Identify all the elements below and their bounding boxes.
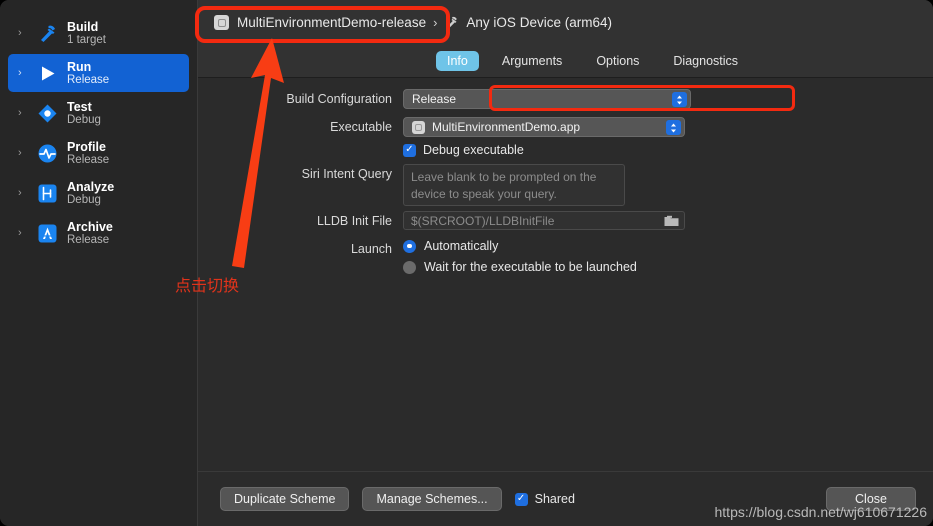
tab-options[interactable]: Options [585, 51, 650, 71]
sidebar-item-title: Run [67, 59, 92, 74]
debug-executable-label: Debug executable [423, 143, 524, 157]
sidebar-item-subtitle: Release [67, 153, 110, 166]
siri-intent-query-row: Siri Intent Query Leave blank to be prom… [198, 164, 625, 206]
shared-checkbox[interactable]: ✓ Shared [514, 492, 575, 506]
build-configuration-row: Build Configuration Release [198, 89, 691, 109]
scheme-action-sidebar: › Build 1 target › Run Release › Test De… [0, 0, 198, 526]
chevron-updown-icon[interactable] [672, 92, 687, 107]
manage-schemes-button[interactable]: Manage Schemes... [362, 487, 502, 511]
sidebar-item-subtitle: 1 target [67, 33, 106, 46]
diamond-icon [36, 102, 58, 124]
sidebar-item-subtitle: Release [67, 73, 110, 86]
sidebar-item-test[interactable]: › Test Debug [8, 94, 189, 132]
lldb-init-file-input[interactable]: $(SRCROOT)/LLDBInitFile [403, 211, 685, 230]
annotation-note-text: 点击切换 [175, 276, 240, 295]
sidebar-item-run[interactable]: › Run Release [8, 54, 189, 92]
scheme-name-label: MultiEnvironmentDemo-release [237, 15, 427, 30]
radio-selected-icon [403, 239, 416, 253]
analyze-icon [36, 182, 58, 204]
chevron-right-icon[interactable]: › [18, 187, 30, 199]
sidebar-item-title: Archive [67, 219, 113, 234]
build-configuration-label: Build Configuration [286, 92, 392, 106]
build-configuration-dropdown[interactable]: Release [403, 89, 691, 109]
executable-value: MultiEnvironmentDemo.app [432, 120, 581, 134]
scheme-header-bar: MultiEnvironmentDemo-release › Any iOS D… [198, 0, 933, 45]
lldb-init-file-row: LLDB Init File $(SRCROOT)/LLDBInitFile [198, 211, 685, 230]
launch-label: Launch [350, 242, 392, 256]
chevron-right-icon[interactable]: › [18, 107, 30, 119]
sidebar-item-subtitle: Debug [67, 193, 101, 206]
launch-option-automatically[interactable]: Automatically [403, 239, 637, 253]
launch-option-label: Wait for the executable to be launched [424, 260, 637, 274]
chevron-right-icon[interactable]: › [18, 27, 30, 39]
chevron-right-icon: › [433, 15, 438, 30]
shared-label: Shared [534, 492, 575, 506]
pulse-icon [36, 142, 58, 164]
build-configuration-value: Release [412, 92, 457, 106]
scheme-tab-bar: Info Arguments Options Diagnostics [198, 45, 933, 78]
tab-info[interactable]: Info [436, 51, 479, 71]
tab-arguments[interactable]: Arguments [491, 51, 573, 71]
sidebar-item-title: Build [67, 19, 99, 34]
appstore-icon [36, 222, 58, 244]
sidebar-item-subtitle: Release [67, 233, 110, 246]
watermark-text: https://blog.csdn.net/wj610671226 [714, 504, 928, 520]
siri-intent-query-label: Siri Intent Query [301, 167, 392, 181]
sidebar-item-profile[interactable]: › Profile Release [8, 134, 189, 172]
duplicate-scheme-button[interactable]: Duplicate Scheme [220, 487, 350, 511]
folder-icon[interactable] [664, 215, 679, 230]
scheme-selector[interactable]: MultiEnvironmentDemo-release › Any iOS D… [214, 15, 612, 30]
sidebar-item-build[interactable]: › Build 1 target [8, 14, 189, 52]
executable-row: Executable MultiEnvironmentDemo.app [198, 117, 685, 137]
scheme-editor-window: › Build 1 target › Run Release › Test De… [0, 0, 933, 526]
launch-option-wait[interactable]: Wait for the executable to be launched [403, 260, 637, 274]
sidebar-item-title: Profile [67, 139, 106, 154]
hammer-icon [444, 15, 459, 30]
sidebar-item-subtitle: Debug [67, 113, 101, 126]
executable-label: Executable [330, 120, 392, 134]
radio-unselected-icon [403, 260, 416, 274]
debug-executable-checkbox[interactable]: ✓ Debug executable [403, 143, 524, 157]
hammer-icon [36, 22, 58, 44]
sidebar-item-analyze[interactable]: › Analyze Debug [8, 174, 189, 212]
info-tab-panel: Build Configuration Release Executable M… [198, 78, 933, 471]
app-bundle-icon [214, 15, 229, 30]
launch-option-label: Automatically [424, 239, 499, 253]
siri-intent-query-input[interactable]: Leave blank to be prompted on the device… [403, 164, 625, 206]
debug-executable-row: ✓ Debug executable [403, 143, 524, 157]
checkmark-icon: ✓ [403, 143, 416, 157]
app-bundle-icon [412, 120, 425, 134]
chevron-right-icon[interactable]: › [18, 67, 30, 79]
play-icon [36, 62, 58, 84]
lldb-init-file-placeholder: $(SRCROOT)/LLDBInitFile [411, 213, 555, 228]
tab-diagnostics[interactable]: Diagnostics [662, 51, 749, 71]
destination-label: Any iOS Device (arm64) [466, 15, 612, 30]
checkmark-icon: ✓ [514, 492, 528, 506]
chevron-updown-icon[interactable] [666, 120, 681, 135]
executable-dropdown[interactable]: MultiEnvironmentDemo.app [403, 117, 685, 137]
lldb-init-file-label: LLDB Init File [316, 214, 392, 228]
sidebar-item-title: Analyze [67, 179, 115, 194]
launch-row: Launch Automatically Wait for the execut… [198, 239, 637, 281]
chevron-right-icon[interactable]: › [18, 227, 30, 239]
sidebar-item-title: Test [67, 99, 92, 114]
sidebar-item-archive[interactable]: › Archive Release [8, 214, 189, 252]
chevron-right-icon[interactable]: › [18, 147, 30, 159]
